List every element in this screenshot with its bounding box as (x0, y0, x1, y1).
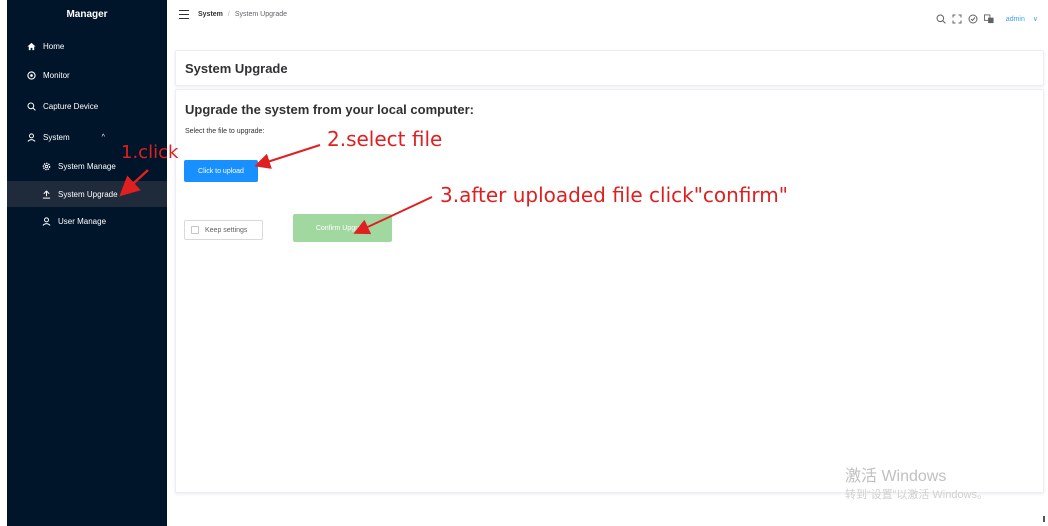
header-tools: admin ∨ (936, 14, 1038, 24)
sidebar-item-label: Home (43, 41, 65, 51)
annotation-step-3: 3.after uploaded file click"confirm" (440, 183, 788, 207)
sidebar-item-label: User Manage (58, 216, 107, 226)
sidebar-item-monitor[interactable]: Monitor (7, 62, 167, 88)
monitor-icon (25, 69, 37, 81)
sidebar-item-label: Monitor (43, 70, 70, 80)
keep-settings-checkbox[interactable]: Keep settings (184, 220, 263, 240)
page-title-card: System Upgrade (175, 50, 1044, 86)
upgrade-heading: Upgrade the system from your local compu… (185, 102, 474, 117)
breadcrumb: System / System Upgrade (198, 11, 287, 18)
confirm-upgrade-button[interactable]: Confirm Upgrade (293, 214, 392, 242)
windows-activation-subtext: 转到“设置”以激活 Windows。 (845, 489, 989, 501)
windows-activation-watermark: 激活 Windows (845, 468, 947, 485)
sidebar-title: Manager (66, 9, 108, 20)
user-icon (40, 215, 52, 227)
sidebar-item-home[interactable]: Home (7, 33, 167, 59)
top-header: System / System Upgrade admin ∨ (167, 0, 1048, 40)
sidebar-item-capture-device[interactable]: Capture Device (7, 93, 167, 119)
breadcrumb-current: System Upgrade (234, 11, 287, 18)
search-icon[interactable] (936, 14, 946, 24)
upgrade-card: Upgrade the system from your local compu… (175, 89, 1044, 493)
breadcrumb-parent[interactable]: System (198, 11, 223, 18)
home-icon (25, 40, 37, 52)
user-menu[interactable]: admin (1006, 16, 1025, 23)
chevron-up-icon: ^ (101, 133, 105, 141)
sidebar-item-label: System Upgrade (58, 189, 118, 199)
search-icon (25, 100, 37, 112)
sidebar-item-label: System (43, 132, 70, 142)
language-icon[interactable] (968, 14, 978, 24)
user-icon (25, 131, 37, 143)
page-title: System Upgrade (185, 61, 288, 76)
sidebar-item-label: System Manage (58, 161, 116, 171)
fullscreen-icon[interactable] (952, 14, 962, 24)
scrollbar-edge (1043, 516, 1045, 522)
sidebar-item-system-upgrade[interactable]: System Upgrade (7, 181, 167, 207)
select-file-label: Select the file to upgrade: (185, 128, 265, 135)
breadcrumb-separator: / (227, 11, 230, 18)
upload-icon (40, 188, 52, 200)
upload-button[interactable]: Click to upload (184, 160, 258, 182)
sidebar-item-user-manage[interactable]: User Manage (7, 208, 167, 234)
sidebar: Manager Home Monitor Capture Device Syst… (7, 0, 167, 526)
translate-icon[interactable] (983, 14, 994, 24)
checkbox-box[interactable] (191, 226, 199, 234)
hamburger-icon[interactable] (179, 10, 189, 19)
annotation-step-1: 1.click (121, 142, 179, 163)
annotation-step-2: 2.select file (327, 127, 443, 151)
chevron-down-icon[interactable]: ∨ (1033, 15, 1038, 23)
sidebar-item-label: Capture Device (43, 101, 99, 111)
keep-settings-label: Keep settings (205, 226, 248, 234)
gear-icon (40, 160, 52, 172)
